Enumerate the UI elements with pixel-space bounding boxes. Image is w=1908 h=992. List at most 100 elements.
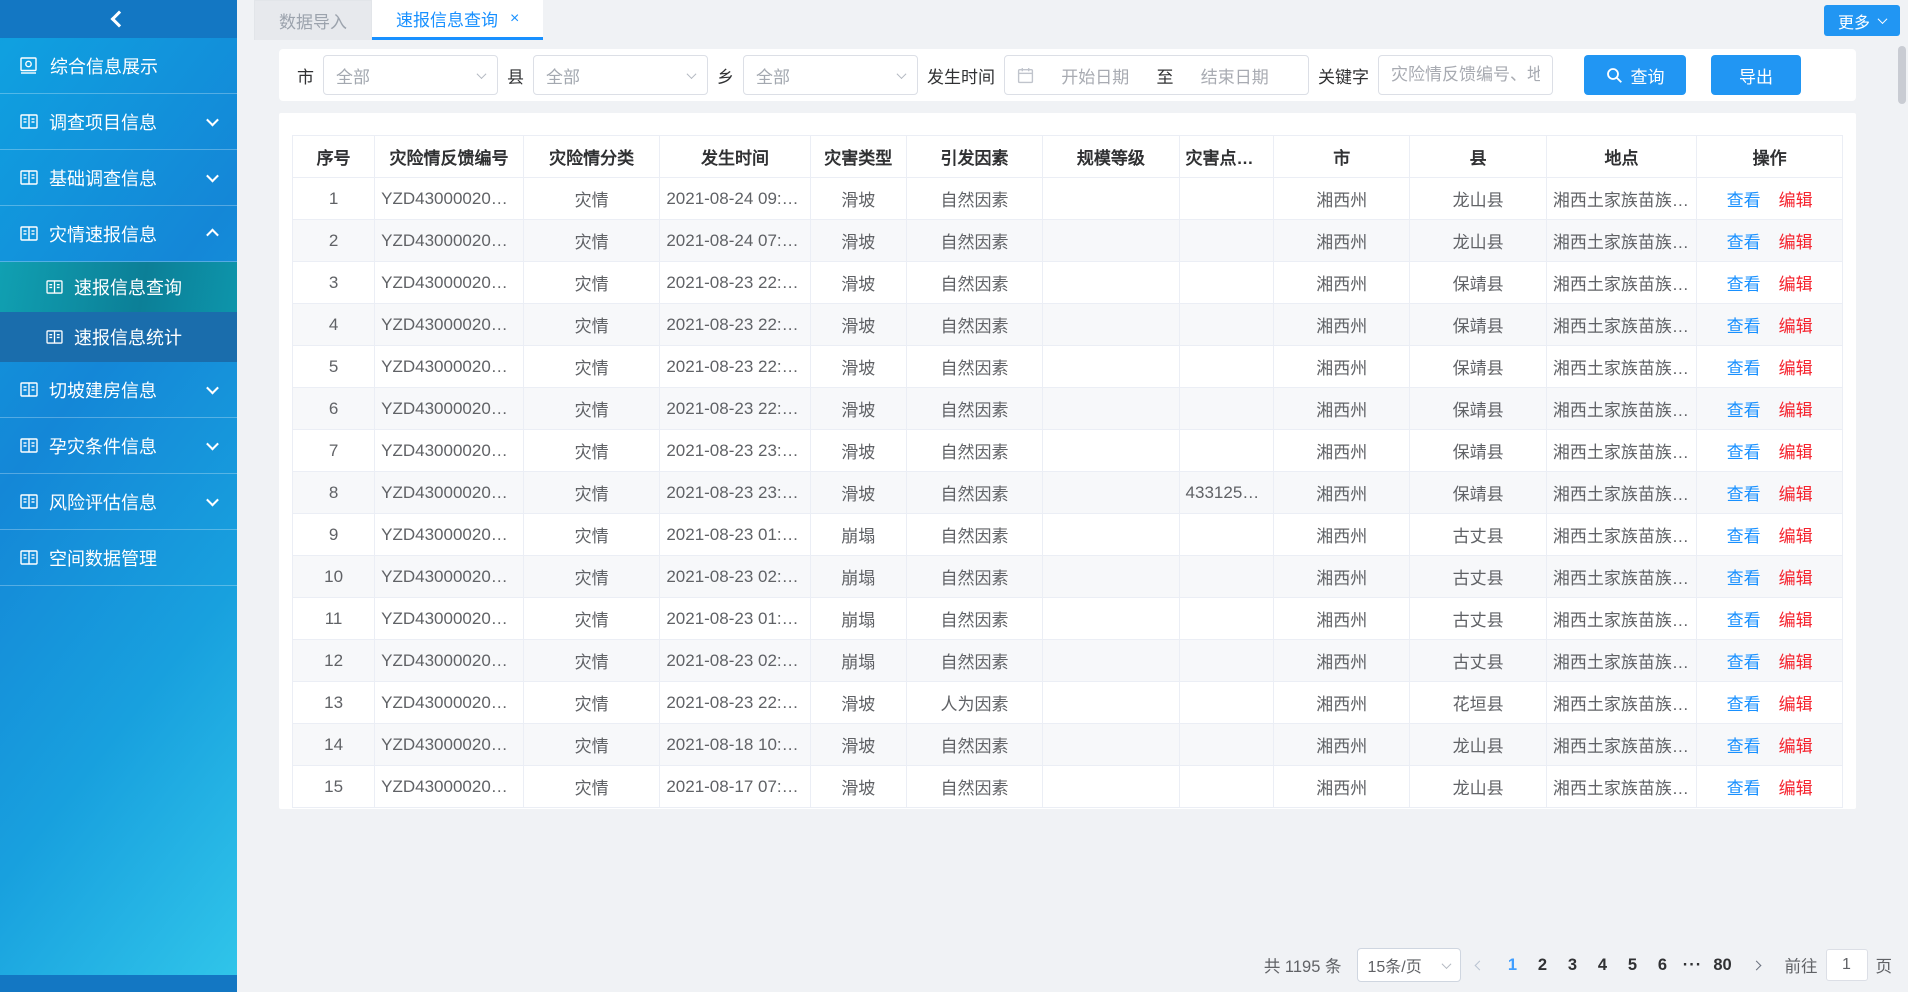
cell-point-code [1179, 682, 1274, 724]
prev-page-button[interactable] [1468, 962, 1491, 969]
sidebar-item-basic-survey[interactable]: 基础调查信息 [0, 150, 237, 206]
township-select[interactable]: 全部 [743, 55, 918, 95]
view-link[interactable]: 查看 [1727, 527, 1761, 546]
sidebar-subitem-report-stats[interactable]: 速报信息统计 [0, 312, 237, 362]
edit-link[interactable]: 编辑 [1779, 317, 1813, 336]
cell-scale-level [1043, 598, 1179, 640]
cell-county: 龙山县 [1410, 724, 1546, 766]
total-count: 共 1195 条 [1264, 953, 1342, 977]
cell-city: 湘西州 [1274, 262, 1410, 304]
sidebar-collapse-button[interactable] [0, 0, 237, 38]
edit-link[interactable]: 编辑 [1779, 779, 1813, 798]
sidebar-item-risk-assessment[interactable]: 风险评估信息 [0, 474, 237, 530]
sidebar-subitem-report-query[interactable]: 速报信息查询 [0, 262, 237, 312]
view-link[interactable]: 查看 [1727, 317, 1761, 336]
cell-disaster-type: 崩塌 [810, 556, 906, 598]
cell-county: 保靖县 [1410, 388, 1546, 430]
page-button-1[interactable]: 1 [1498, 956, 1528, 975]
tab-data-import[interactable]: 数据导入 [254, 0, 372, 40]
sidebar-item-spatial-data[interactable]: 空间数据管理 [0, 530, 237, 586]
chevron-down-icon [1878, 14, 1888, 24]
cell-scale-level [1043, 472, 1179, 514]
view-link[interactable]: 查看 [1727, 779, 1761, 798]
view-link[interactable]: 查看 [1727, 653, 1761, 672]
cell-occurrence-time: 2021-08-23 02:00:00 [660, 556, 810, 598]
cell-index: 7 [293, 430, 375, 472]
page-button-80[interactable]: 80 [1708, 956, 1738, 975]
county-label: 县 [507, 63, 524, 88]
cell-scale-level [1043, 304, 1179, 346]
cell-feedback-code: YZD43000020210... [375, 556, 524, 598]
view-link[interactable]: 查看 [1727, 611, 1761, 630]
export-button[interactable]: 导出 [1711, 55, 1801, 95]
column-header: 市 [1274, 136, 1410, 178]
edit-link[interactable]: 编辑 [1779, 359, 1813, 378]
page-button-3[interactable]: 3 [1558, 956, 1588, 975]
page-list: 123456···80 [1498, 956, 1738, 975]
table-row: 15 YZD43000020210... 灾情 2021-08-17 07:12… [293, 766, 1843, 808]
page-button-2[interactable]: 2 [1528, 956, 1558, 975]
view-link[interactable]: 查看 [1727, 233, 1761, 252]
cell-location: 湘西土家族苗族自... [1546, 556, 1696, 598]
view-link[interactable]: 查看 [1727, 695, 1761, 714]
sidebar-item-hazard-conditions[interactable]: 孕灾条件信息 [0, 418, 237, 474]
page-size-select[interactable]: 15条/页 [1357, 948, 1461, 982]
edit-link[interactable]: 编辑 [1779, 653, 1813, 672]
view-link[interactable]: 查看 [1727, 485, 1761, 504]
view-link[interactable]: 查看 [1727, 401, 1761, 420]
start-date-input[interactable]: 开始日期 [1034, 63, 1157, 88]
view-link[interactable]: 查看 [1727, 191, 1761, 210]
edit-link[interactable]: 编辑 [1779, 401, 1813, 420]
keyword-input[interactable] [1378, 55, 1553, 95]
cell-trigger-factor: 自然因素 [906, 598, 1042, 640]
table-row: 14 YZD43000020210... 灾情 2021-08-18 10:11… [293, 724, 1843, 766]
cell-feedback-code: YZD43000020210... [375, 766, 524, 808]
cell-scale-level [1043, 262, 1179, 304]
edit-link[interactable]: 编辑 [1779, 527, 1813, 546]
cell-city: 湘西州 [1274, 388, 1410, 430]
page-button-4[interactable]: 4 [1588, 956, 1618, 975]
edit-link[interactable]: 编辑 [1779, 485, 1813, 504]
cell-disaster-type: 滑坡 [810, 388, 906, 430]
end-date-input[interactable]: 结束日期 [1174, 63, 1297, 88]
view-link[interactable]: 查看 [1727, 359, 1761, 378]
sidebar-item-disaster-report[interactable]: 灾情速报信息 [0, 206, 237, 262]
close-icon[interactable]: × [510, 11, 519, 27]
goto-page-input[interactable] [1826, 949, 1868, 981]
sidebar-item-slope-housing[interactable]: 切坡建房信息 [0, 362, 237, 418]
more-button[interactable]: 更多 [1824, 5, 1900, 36]
edit-link[interactable]: 编辑 [1779, 443, 1813, 462]
column-header: 地点 [1546, 136, 1696, 178]
view-link[interactable]: 查看 [1727, 569, 1761, 588]
query-button[interactable]: 查询 [1584, 55, 1686, 95]
county-select[interactable]: 全部 [533, 55, 708, 95]
cell-city: 湘西州 [1274, 640, 1410, 682]
scrollbar-thumb[interactable] [1898, 46, 1906, 104]
edit-link[interactable]: 编辑 [1779, 569, 1813, 588]
edit-link[interactable]: 编辑 [1779, 695, 1813, 714]
sidebar-item-comprehensive-display[interactable]: 综合信息展示 [0, 38, 237, 94]
next-page-button[interactable] [1745, 962, 1768, 969]
cell-classification: 灾情 [523, 640, 659, 682]
edit-link[interactable]: 编辑 [1779, 191, 1813, 210]
date-range-picker[interactable]: 开始日期 至 结束日期 [1004, 55, 1309, 95]
cell-trigger-factor: 自然因素 [906, 766, 1042, 808]
cell-city: 湘西州 [1274, 178, 1410, 220]
view-link[interactable]: 查看 [1727, 443, 1761, 462]
page-button-5[interactable]: 5 [1618, 956, 1648, 975]
city-select[interactable]: 全部 [323, 55, 498, 95]
edit-link[interactable]: 编辑 [1779, 275, 1813, 294]
page-ellipsis[interactable]: ··· [1678, 956, 1708, 975]
edit-link[interactable]: 编辑 [1779, 737, 1813, 756]
page-button-6[interactable]: 6 [1648, 956, 1678, 975]
cell-city: 湘西州 [1274, 346, 1410, 388]
view-link[interactable]: 查看 [1727, 737, 1761, 756]
edit-link[interactable]: 编辑 [1779, 611, 1813, 630]
cell-actions: 查看编辑 [1697, 724, 1843, 766]
cell-city: 湘西州 [1274, 598, 1410, 640]
view-link[interactable]: 查看 [1727, 275, 1761, 294]
tab-report-query[interactable]: 速报信息查询 × [372, 0, 543, 40]
sidebar-item-survey-project[interactable]: 调查项目信息 [0, 94, 237, 150]
edit-link[interactable]: 编辑 [1779, 233, 1813, 252]
sidebar-subitem-label: 速报信息统计 [74, 324, 237, 350]
